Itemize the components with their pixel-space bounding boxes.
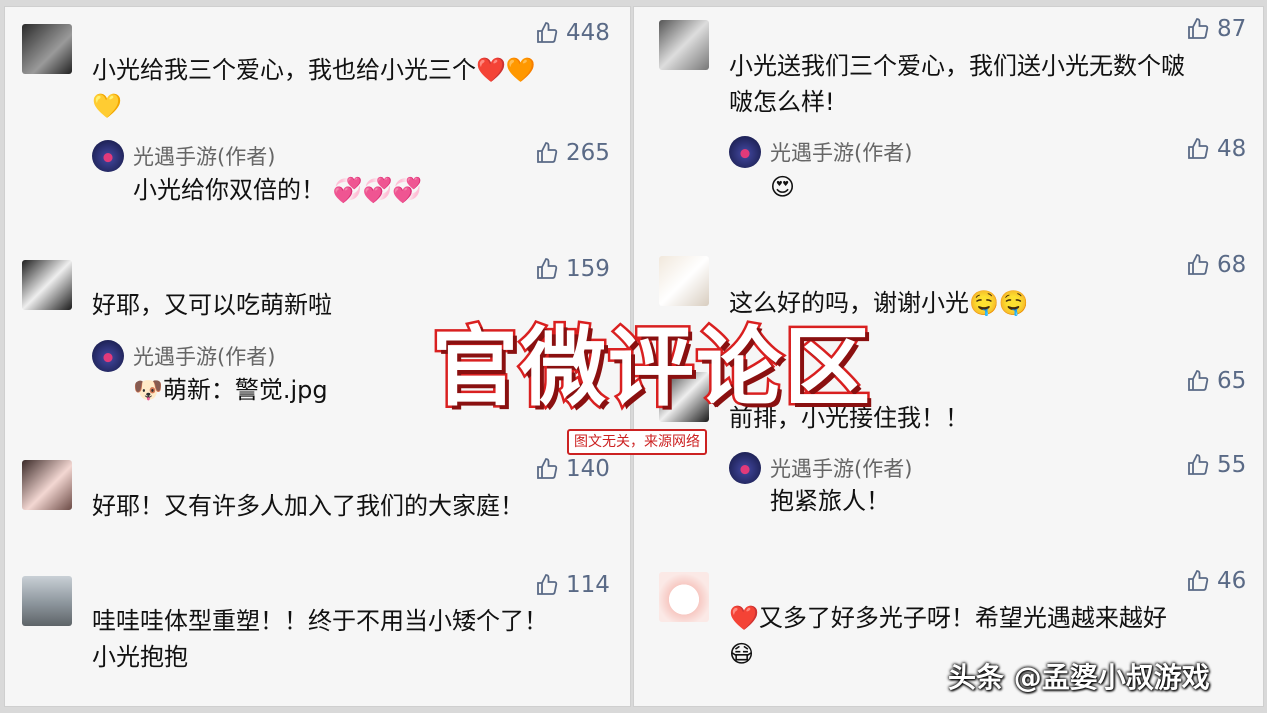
like-button[interactable]: 65: [1186, 368, 1246, 394]
comment-text: 小光送我们三个爱心，我们送小光无数个啵: [729, 52, 1185, 80]
thumbs-up-icon: [1188, 454, 1209, 475]
avatar[interactable]: [22, 260, 72, 310]
author-avatar[interactable]: [729, 452, 761, 484]
avatar[interactable]: [659, 572, 709, 622]
author-avatar[interactable]: [92, 340, 124, 372]
like-count: 68: [1217, 252, 1247, 278]
avatar[interactable]: [659, 20, 709, 70]
overlay-disclaimer: 图文无关，来源网络: [567, 429, 707, 455]
comment-text: 😷: [729, 640, 755, 668]
like-count: 48: [1217, 136, 1247, 162]
like-button[interactable]: 87: [1186, 16, 1246, 42]
watermark: 头条 @孟婆小叔游戏: [948, 661, 1210, 694]
like-button[interactable]: 68: [1186, 252, 1246, 278]
like-button[interactable]: 140: [535, 456, 610, 482]
thumbs-up-icon: [1188, 370, 1209, 391]
reply-text: 🐶萌新：警觉.jpg: [133, 376, 328, 404]
author-avatar[interactable]: [729, 136, 761, 168]
author-avatar[interactable]: [92, 140, 124, 172]
like-count: 65: [1217, 368, 1247, 394]
like-count: 140: [566, 456, 610, 482]
like-count: 448: [566, 20, 610, 46]
like-button[interactable]: 159: [535, 256, 610, 282]
like-button[interactable]: 48: [1186, 136, 1246, 162]
comment-text: 啵怎么样!: [729, 88, 835, 116]
thumbs-up-icon: [537, 22, 558, 43]
reply-author-name[interactable]: 光遇手游(作者): [133, 341, 275, 371]
comment-text: 好耶！又有许多人加入了我们的大家庭！: [92, 492, 524, 520]
thumbs-up-icon: [1188, 254, 1209, 275]
like-count: 265: [566, 140, 610, 166]
comment-text: 这么好的吗，谢谢小光🤤🤤: [729, 289, 1029, 317]
avatar[interactable]: [659, 256, 709, 306]
avatar[interactable]: [22, 460, 72, 510]
thumbs-up-icon: [1188, 570, 1209, 591]
like-count: 55: [1217, 452, 1247, 478]
like-count: 159: [566, 256, 610, 282]
overlay-title: 官微评论区: [430, 316, 873, 421]
comment-text: 小光抱抱: [92, 643, 188, 671]
comment-text: ❤️又多了好多光子呀！希望光遇越来越好: [729, 604, 1167, 632]
comment-text: 💛: [92, 92, 122, 120]
reply-text: 😍: [770, 173, 796, 201]
thumbs-up-icon: [1188, 138, 1209, 159]
like-count: 114: [566, 572, 610, 598]
like-button[interactable]: 114: [535, 572, 610, 598]
like-count: 46: [1217, 568, 1247, 594]
like-button[interactable]: 46: [1186, 568, 1246, 594]
thumbs-up-icon: [537, 574, 558, 595]
reply-author-name[interactable]: 光遇手游(作者): [133, 141, 275, 171]
reply-text: 小光给你双倍的！ 💞💞💞: [133, 176, 423, 204]
comment-text: 哇哇哇体型重塑！！终于不用当小矮个了！: [92, 607, 548, 635]
reply-author-name[interactable]: 光遇手游(作者): [770, 453, 912, 483]
like-button[interactable]: 448: [535, 20, 610, 46]
thumbs-up-icon: [537, 142, 558, 163]
reply-author-name[interactable]: 光遇手游(作者): [770, 137, 912, 167]
avatar[interactable]: [22, 24, 72, 74]
reply-text: 抱紧旅人！: [770, 487, 890, 515]
like-button[interactable]: 265: [535, 140, 610, 166]
thumbs-up-icon: [537, 458, 558, 479]
avatar[interactable]: [22, 576, 72, 626]
comment-text: 好耶，又可以吃萌新啦: [92, 291, 332, 319]
comment-text: 小光给我三个爱心，我也给小光三个❤️🧡: [92, 56, 536, 84]
like-count: 87: [1217, 16, 1247, 42]
thumbs-up-icon: [537, 258, 558, 279]
thumbs-up-icon: [1188, 18, 1209, 39]
like-button[interactable]: 55: [1186, 452, 1246, 478]
